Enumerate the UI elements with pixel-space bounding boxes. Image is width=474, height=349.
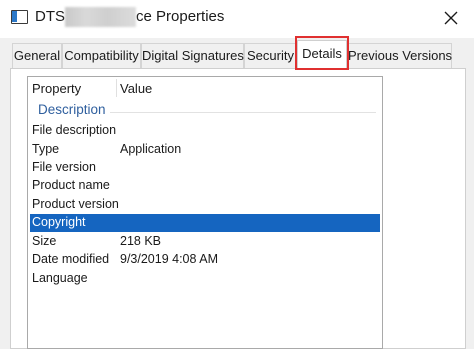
details-tab-highlight — [295, 36, 349, 70]
details-list[interactable]: Property Value Description File descript… — [27, 76, 383, 349]
close-icon — [444, 11, 458, 25]
close-button[interactable] — [436, 4, 466, 32]
property-name: Date modified — [32, 252, 110, 266]
tab-general[interactable]: General — [12, 43, 62, 68]
group-label: Description — [38, 102, 106, 117]
group-description: Description — [28, 101, 382, 121]
property-name: Type — [32, 142, 60, 156]
group-divider — [110, 112, 376, 113]
tab-strip: General Compatibility Digital Signatures… — [0, 38, 474, 68]
column-header-property[interactable]: Property — [32, 81, 81, 96]
title-bar[interactable]: DTS ce Properties — [0, 0, 474, 38]
list-row[interactable]: Language — [28, 270, 382, 288]
list-row[interactable]: File description — [28, 122, 382, 140]
property-name: Copyright — [32, 215, 86, 229]
property-value: Application — [120, 142, 182, 156]
property-value: 9/3/2019 4:08 AM — [120, 252, 218, 266]
column-divider[interactable] — [116, 79, 117, 97]
property-name: Product name — [32, 178, 110, 192]
title-prefix: DTS — [35, 8, 65, 25]
property-name: Product version — [32, 197, 119, 211]
list-row[interactable]: Product name — [28, 177, 382, 195]
tab-compatibility[interactable]: Compatibility — [62, 43, 141, 68]
column-header-value[interactable]: Value — [120, 81, 152, 96]
redacted-name-blur — [65, 7, 136, 27]
property-name: Size — [32, 234, 57, 248]
list-row[interactable]: File version — [28, 159, 382, 177]
property-name: File description — [32, 123, 117, 137]
list-row[interactable]: Product version — [28, 196, 382, 214]
list-header: Property Value — [28, 77, 382, 99]
tab-previous-versions[interactable]: Previous Versions — [347, 43, 452, 68]
tab-security[interactable]: Security — [244, 43, 297, 68]
property-name: File version — [32, 160, 96, 174]
window-title: DTS ce Properties — [35, 7, 225, 27]
list-row[interactable]: Date modified 9/3/2019 4:08 AM — [28, 251, 382, 269]
property-value: 218 KB — [120, 234, 162, 248]
properties-dialog: DTS ce Properties General Compatibility D… — [0, 0, 474, 349]
list-row-selected[interactable]: Copyright — [30, 214, 380, 232]
application-icon — [11, 10, 28, 24]
property-name: Language — [32, 271, 88, 285]
list-row[interactable]: Size 218 KB — [28, 233, 382, 251]
tab-digital-signatures[interactable]: Digital Signatures — [141, 43, 244, 68]
title-suffix: ce Properties — [136, 8, 225, 25]
list-row[interactable]: Type Application — [28, 141, 382, 159]
